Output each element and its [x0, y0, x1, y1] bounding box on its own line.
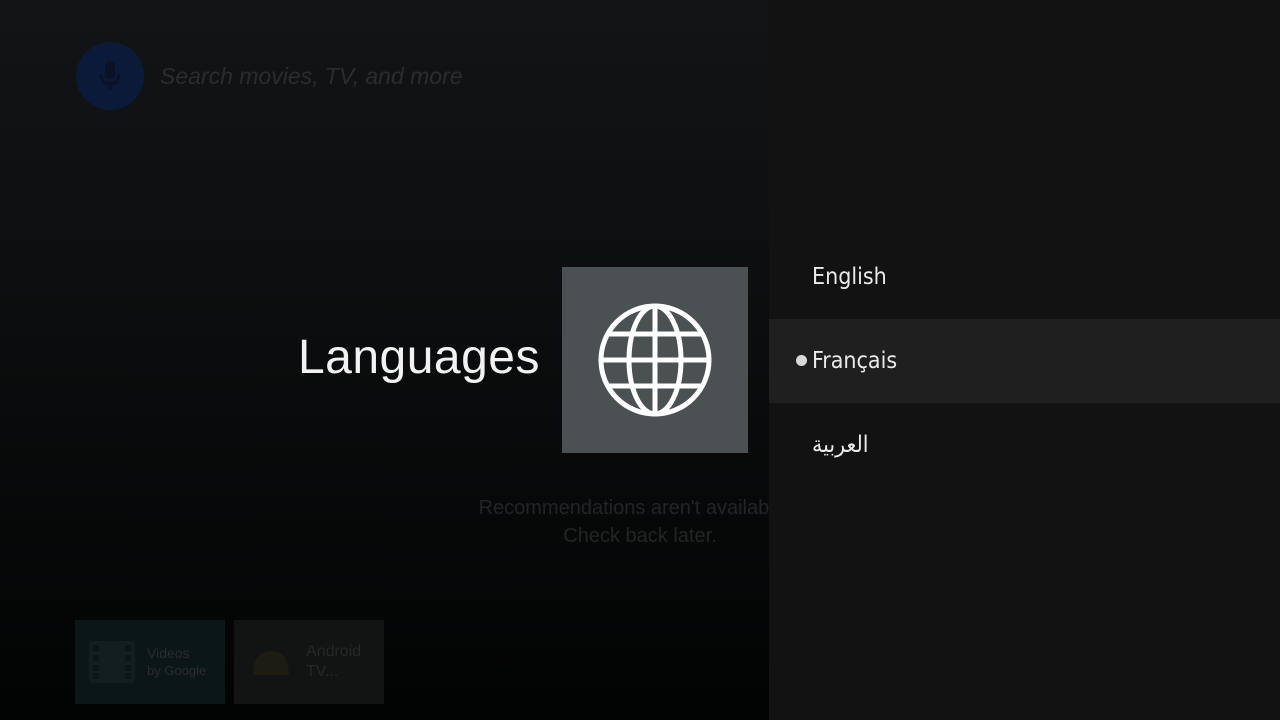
app-tile-android-text: Android TV...	[306, 642, 361, 682]
app-tile-title: Android	[306, 643, 362, 660]
page-title: Languages	[297, 331, 540, 384]
app-tile-title: Videos	[147, 645, 190, 661]
app-tile-android-tv: Android TV...	[234, 620, 384, 704]
app-tile-videos: Videos by Google	[75, 620, 225, 704]
selected-radio-icon	[796, 355, 807, 366]
screen: Search movies, TV, and more Recommendati…	[0, 0, 1280, 720]
language-panel: English Français العربية	[769, 0, 1280, 720]
search-bar: Search movies, TV, and more	[76, 42, 463, 110]
app-tile-subtitle: by Google	[147, 663, 207, 678]
microphone-icon	[99, 61, 121, 90]
language-label: العربية	[812, 432, 869, 458]
guidance-icon-box	[562, 267, 748, 453]
film-icon	[87, 639, 137, 685]
voice-search-button	[76, 42, 144, 110]
language-option-arabic[interactable]: العربية	[769, 403, 1280, 487]
language-option-english[interactable]: English	[769, 235, 1280, 319]
language-label: Français	[812, 348, 898, 374]
language-label: English	[812, 264, 887, 290]
android-icon	[246, 639, 296, 685]
search-placeholder: Search movies, TV, and more	[160, 62, 463, 89]
language-option-francais[interactable]: Français	[769, 319, 1280, 403]
language-list: English Français العربية	[769, 235, 1280, 487]
app-tile-videos-text: Videos by Google	[147, 645, 206, 679]
globe-icon	[598, 303, 712, 417]
app-tile-subtitle: TV...	[306, 663, 339, 680]
